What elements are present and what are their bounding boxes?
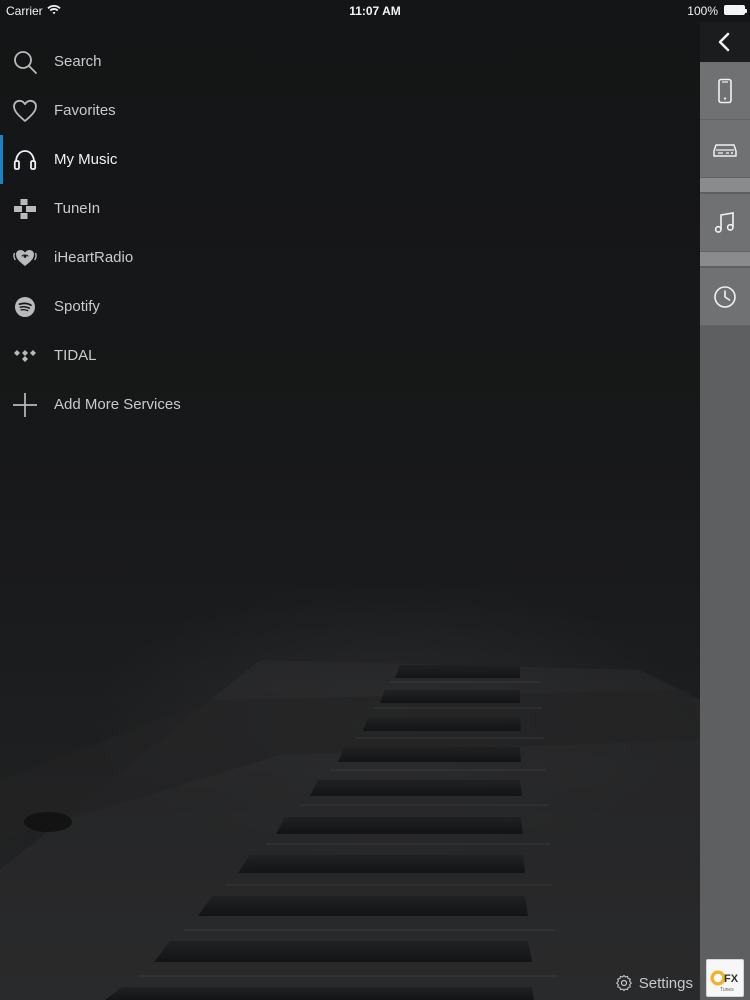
- settings-label: Settings: [638, 974, 693, 992]
- menu-item-search-label: Search: [54, 53, 102, 70]
- clock-icon: [714, 285, 736, 308]
- piano-keyboard-background: [0, 540, 700, 1000]
- phone-icon: [718, 78, 732, 103]
- battery-icon: [724, 5, 747, 15]
- active-menu-indicator: [0, 135, 3, 184]
- svg-text:FX: FX: [724, 973, 739, 985]
- settings-button[interactable]: Settings: [615, 974, 693, 992]
- plus-icon: [12, 392, 38, 418]
- menu-item-tunein[interactable]: TuneIn: [0, 184, 700, 233]
- music-button[interactable]: [700, 194, 750, 252]
- iheartradio-icon: [12, 245, 38, 271]
- menu-item-search[interactable]: Search: [0, 37, 700, 86]
- history-button[interactable]: [700, 268, 750, 326]
- chevron-left-icon: [718, 32, 730, 52]
- services-menu: Search Favorites My Music TuneIn iHeartR…: [0, 37, 700, 429]
- battery-percentage: 100%: [687, 4, 718, 18]
- heart-icon: [12, 98, 38, 124]
- rail-divider: [700, 178, 750, 192]
- svg-text:Tunes: Tunes: [720, 987, 734, 993]
- menu-item-tidal-label: TIDAL: [54, 347, 97, 364]
- menu-item-tunein-label: TuneIn: [54, 200, 101, 217]
- menu-item-iheartradio-label: iHeartRadio: [54, 249, 134, 266]
- menu-item-tidal[interactable]: TIDAL: [0, 331, 700, 380]
- status-time: 11:07 AM: [349, 4, 401, 18]
- menu-item-add-more-services-label: Add More Services: [54, 396, 181, 413]
- rail-divider: [700, 252, 750, 266]
- menu-item-spotify-label: Spotify: [54, 298, 100, 315]
- receiver-icon: [713, 143, 737, 157]
- right-side-rail: [700, 22, 750, 1000]
- menu-item-my-music-label: My Music: [54, 151, 118, 168]
- menu-item-favorites-label: Favorites: [54, 102, 116, 119]
- menu-item-add-more-services[interactable]: Add More Services: [0, 380, 700, 429]
- devices-button[interactable]: [700, 62, 750, 120]
- menu-item-iheartradio[interactable]: iHeartRadio: [0, 233, 700, 282]
- spotify-icon: [12, 294, 38, 320]
- sources-button[interactable]: [700, 120, 750, 178]
- search-icon: [12, 49, 38, 75]
- tidal-icon: [12, 343, 38, 369]
- headphones-icon: [12, 147, 38, 173]
- menu-item-favorites[interactable]: Favorites: [0, 86, 700, 135]
- menu-item-spotify[interactable]: Spotify: [0, 282, 700, 331]
- qfx-logo: FX Tunes: [706, 959, 744, 997]
- tunein-icon: [12, 196, 38, 222]
- music-note-icon: [714, 211, 734, 233]
- back-button[interactable]: [700, 22, 750, 62]
- gear-icon: [615, 974, 632, 992]
- music-app-screen: Carrier 11:07 AM 100% Search Favorites M…: [0, 0, 750, 1000]
- menu-item-my-music[interactable]: My Music: [0, 135, 700, 184]
- status-bar: Carrier 11:07 AM 100%: [0, 0, 750, 22]
